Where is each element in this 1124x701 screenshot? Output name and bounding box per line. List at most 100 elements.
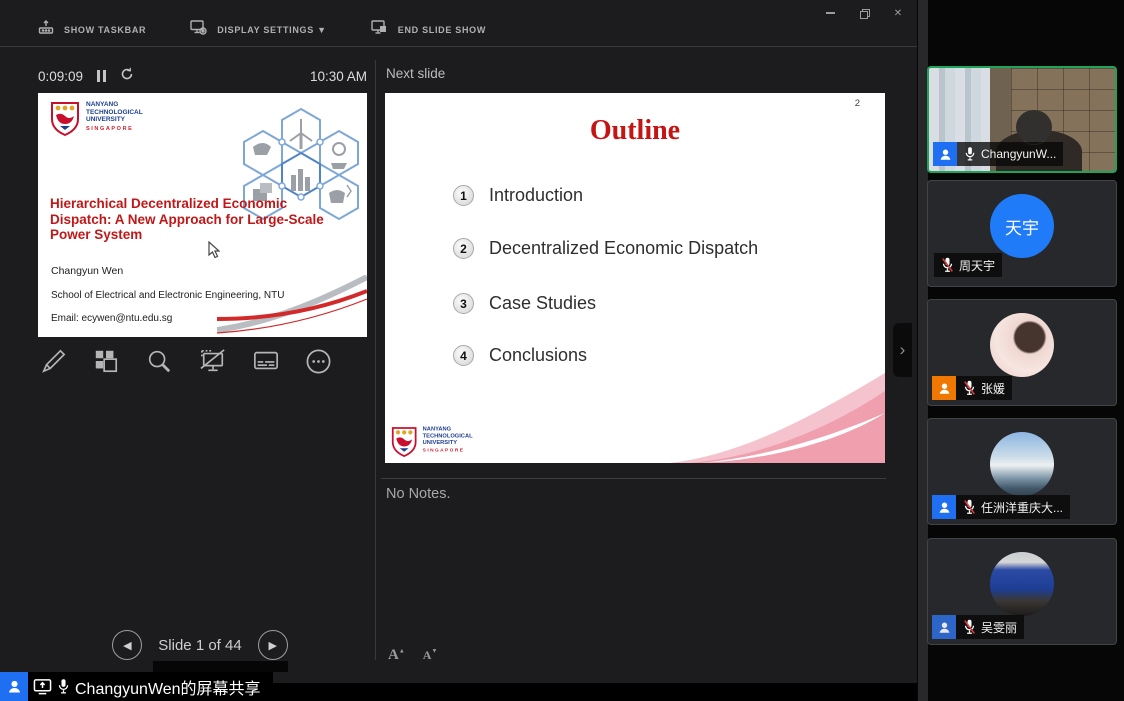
next-icon: ▶ [268, 639, 276, 652]
next-slide-preview: 2 Outline 1 Introduction 2 Decentralized… [385, 93, 885, 463]
screen: ✕ SHOW TASKBAR DISPLAY SETTINGS ▼ END SL… [0, 0, 1124, 701]
mic-muted-icon [963, 499, 976, 515]
ntu-shield-icon [391, 426, 417, 457]
notes-text: No Notes. [386, 486, 450, 502]
text-larger-button[interactable]: A▲ [388, 646, 405, 664]
captions-button[interactable] [249, 344, 283, 378]
black-screen-button[interactable] [196, 344, 230, 378]
caret-down-icon: ▼ [431, 649, 437, 655]
participants-sidebar: ChangyunW... 天宇 周天宇 [917, 0, 1124, 701]
previous-slide-button[interactable]: ◀ [112, 630, 142, 660]
share-banner-bar: ChangyunWen的屏幕共享 [28, 672, 273, 701]
notes-font-controls: A▲ A▼ [388, 646, 437, 664]
slide-navigation: ◀ Slide 1 of 44 ▶ [98, 630, 302, 660]
screen-share-icon [33, 678, 52, 696]
person-badge-icon [932, 615, 956, 639]
restore-icon [860, 9, 868, 17]
participant-label: ChangyunW... [933, 142, 1063, 166]
next-slide-title: Outline [385, 115, 885, 147]
mouse-cursor-icon [207, 241, 220, 259]
participant-label: 任洲洋重庆大... [932, 495, 1070, 519]
presenter-view-window: ✕ SHOW TASKBAR DISPLAY SETTINGS ▼ END SL… [0, 0, 917, 683]
next-slide-swoosh-graphic [670, 373, 885, 463]
mic-muted-icon [963, 619, 976, 635]
next-slide-page-number: 2 [855, 98, 860, 109]
restart-timer-icon[interactable] [120, 67, 134, 86]
more-options-icon [305, 348, 332, 375]
previous-icon: ◀ [123, 639, 131, 652]
outline-item: 2 Decentralized Economic Dispatch [453, 238, 758, 259]
participant-name: 任洲洋重庆大... [981, 499, 1063, 516]
participant-name: 吴雯丽 [981, 619, 1017, 636]
slide-swoosh-graphic [217, 275, 367, 337]
current-slide-preview[interactable]: NANYANG TECHNOLOGICAL UNIVERSITY SINGAPO… [38, 93, 367, 337]
presenter-toolbar: SHOW TASKBAR DISPLAY SETTINGS ▼ END SLID… [38, 16, 486, 44]
window-controls: ✕ [823, 6, 905, 20]
person-badge-icon [932, 376, 956, 400]
participant-name: 张媛 [981, 380, 1005, 397]
outline-number-badge: 1 [453, 185, 474, 206]
annotation-toolbar [36, 344, 336, 378]
avatar [990, 432, 1054, 496]
next-slide-label: Next slide [386, 66, 445, 81]
participant-name: 周天宇 [959, 257, 995, 274]
show-taskbar-button[interactable]: SHOW TASKBAR [38, 20, 146, 40]
end-slide-show-button[interactable]: END SLIDE SHOW [371, 20, 486, 40]
participant-tile-zhangyuan[interactable]: 张媛 [927, 299, 1117, 406]
show-taskbar-label: SHOW TASKBAR [64, 25, 146, 35]
avatar [990, 313, 1054, 377]
participant-tile-changyunwen[interactable]: ChangyunW... [927, 66, 1117, 173]
pause-timer-button[interactable] [97, 70, 106, 82]
slide-author: Changyun Wen [51, 265, 123, 277]
ntu-logo: NANYANG TECHNOLOGICAL UNIVERSITY SINGAPO… [50, 101, 143, 136]
ntu-logo-text: NANYANG TECHNOLOGICAL UNIVERSITY SINGAPO… [86, 101, 143, 136]
participant-label: 张媛 [932, 376, 1012, 400]
next-slide-button[interactable]: ▶ [258, 630, 288, 660]
taskbar-peek-overlay [153, 661, 288, 672]
caret-up-icon: ▲ [399, 649, 405, 655]
participant-tile-renzhouyang[interactable]: 任洲洋重庆大... [927, 418, 1117, 525]
person-badge-icon [0, 672, 28, 701]
outline-number-badge: 2 [453, 238, 474, 259]
minimize-icon [826, 12, 835, 14]
restore-button[interactable] [857, 7, 871, 19]
current-time: 10:30 AM [310, 69, 367, 84]
slide-counter: Slide 1 of 44 [158, 637, 241, 654]
magnifier-icon [146, 348, 172, 374]
panel-divider [375, 60, 376, 660]
see-all-slides-icon [93, 348, 119, 374]
display-settings-button[interactable]: DISPLAY SETTINGS ▼ [190, 20, 327, 40]
timer-row: 0:09:09 10:30 AM [38, 64, 367, 88]
end-slide-show-label: END SLIDE SHOW [398, 25, 486, 35]
outline-item: 1 Introduction [453, 185, 583, 206]
more-options-button[interactable] [302, 344, 336, 378]
person-badge-icon [932, 495, 956, 519]
slide-email: Email: ecywen@ntu.edu.sg [51, 313, 172, 324]
participant-name: ChangyunW... [981, 147, 1056, 161]
see-all-slides-button[interactable] [89, 344, 123, 378]
mic-muted-icon [963, 380, 976, 396]
outline-number-badge: 4 [453, 345, 474, 366]
ntu-logo: NANYANG TECHNOLOGICAL UNIVERSITY SINGAPO… [391, 426, 473, 457]
pen-icon [40, 348, 66, 374]
participant-label: 吴雯丽 [932, 615, 1024, 639]
timer-value: 0:09:09 [38, 69, 83, 84]
close-button[interactable]: ✕ [891, 7, 905, 19]
minimize-button[interactable] [823, 7, 837, 19]
sidebar-expand-button[interactable]: › [893, 323, 912, 377]
screen-share-banner: ChangyunWen的屏幕共享 [0, 672, 273, 701]
zoom-slide-button[interactable] [142, 344, 176, 378]
participant-label: 周天宇 [934, 253, 1002, 277]
slide-title: Hierarchical Decentralized Economic Disp… [50, 196, 360, 243]
mic-icon [57, 678, 70, 695]
participant-tile-wuwenli[interactable]: 吴雯丽 [927, 538, 1117, 645]
outline-number-badge: 3 [453, 293, 474, 314]
outline-item: 4 Conclusions [453, 345, 587, 366]
chevron-right-icon: › [900, 340, 906, 360]
person-badge-icon [933, 142, 957, 166]
share-banner-text: ChangyunWen的屏幕共享 [75, 675, 261, 699]
pen-tool-button[interactable] [36, 344, 70, 378]
text-smaller-button[interactable]: A▼ [423, 646, 438, 664]
participant-tile-zhoutianyu[interactable]: 天宇 周天宇 [927, 180, 1117, 287]
show-taskbar-icon [38, 20, 54, 40]
